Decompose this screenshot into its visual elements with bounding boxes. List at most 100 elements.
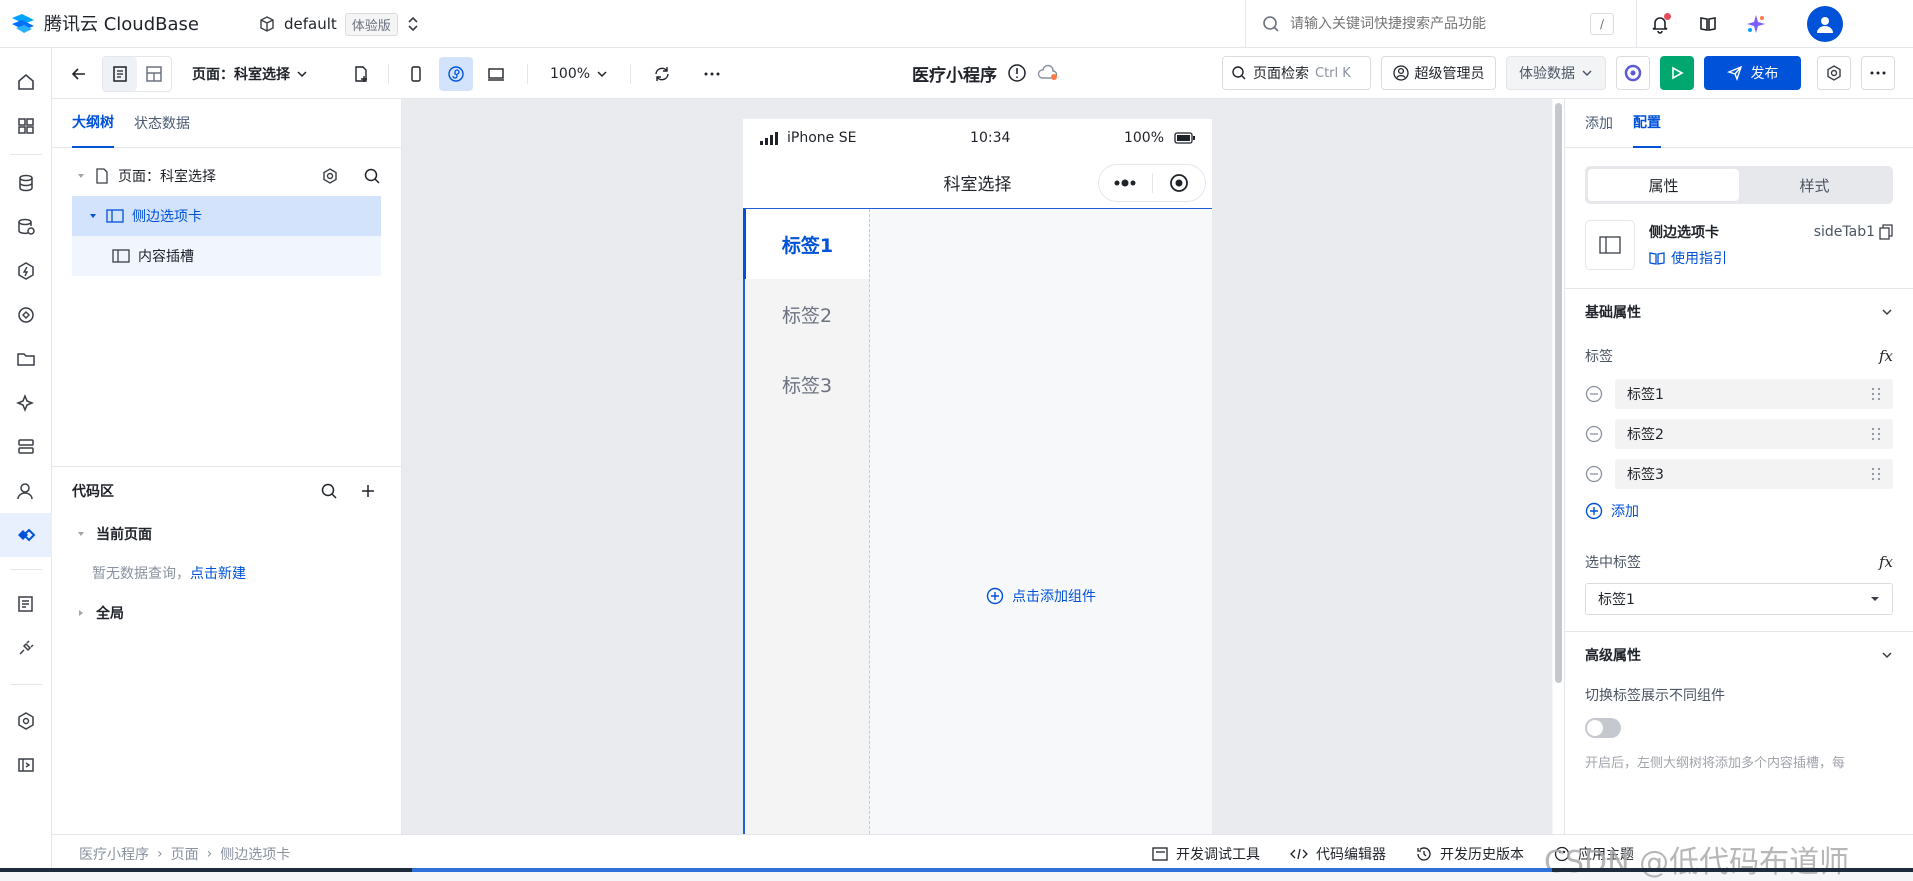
- global-group[interactable]: 全局: [72, 593, 382, 633]
- data-mode-select[interactable]: 体验数据: [1506, 56, 1606, 90]
- zoom-selector[interactable]: 100%: [542, 66, 616, 82]
- divider: [527, 64, 528, 84]
- selected-tag-select[interactable]: 标签1: [1585, 583, 1893, 615]
- rail-apps[interactable]: [0, 104, 52, 148]
- rail-identity[interactable]: [0, 469, 52, 513]
- capsule-more-button[interactable]: [1099, 165, 1152, 201]
- toolbar-more-button[interactable]: [1861, 56, 1895, 90]
- tag-item[interactable]: 标签1: [1615, 379, 1893, 409]
- tag-item[interactable]: 标签2: [1615, 419, 1893, 449]
- debug-tools-button[interactable]: 开发调试工具: [1152, 844, 1260, 864]
- sidetab-item-active[interactable]: 标签1: [743, 209, 869, 279]
- selected-tag-expression-button[interactable]: fx: [1879, 553, 1893, 571]
- capsule-close-button[interactable]: [1152, 165, 1205, 201]
- gear-icon[interactable]: [321, 167, 339, 185]
- divider: [388, 64, 389, 84]
- page-selector[interactable]: 页面：科室选择: [192, 64, 308, 84]
- more-button[interactable]: [695, 57, 729, 91]
- usage-guide-link[interactable]: 使用指引: [1649, 248, 1893, 268]
- breadcrumb-item[interactable]: 医疗小程序: [79, 844, 149, 864]
- breadcrumb-item[interactable]: 页面: [171, 844, 199, 864]
- tab-config[interactable]: 配置: [1633, 99, 1661, 148]
- docs-button[interactable]: [1691, 7, 1725, 41]
- global-label: 全局: [96, 606, 124, 622]
- global-search-input[interactable]: [1290, 16, 1590, 32]
- segment-style[interactable]: 样式: [1739, 169, 1890, 201]
- back-button[interactable]: [62, 57, 96, 91]
- publish-button[interactable]: 发布: [1704, 56, 1801, 90]
- search-icon[interactable]: [363, 167, 381, 185]
- rail-cloud-run[interactable]: [0, 293, 52, 337]
- drag-handle-icon[interactable]: [1871, 426, 1881, 442]
- info-icon[interactable]: [1007, 63, 1027, 83]
- search-icon[interactable]: [320, 482, 338, 500]
- tags-expression-button[interactable]: fx: [1879, 347, 1893, 365]
- rail-collapse[interactable]: [0, 743, 52, 787]
- sidetab-nav: 标签1 标签2 标签3: [743, 209, 870, 834]
- global-search[interactable]: /: [1245, 0, 1635, 48]
- canvas-scrollbar-thumb[interactable]: [1555, 103, 1562, 683]
- segment-props[interactable]: 属性: [1588, 169, 1739, 201]
- tab-add[interactable]: 添加: [1585, 99, 1613, 148]
- rail-settings[interactable]: [0, 699, 52, 743]
- drag-handle-icon[interactable]: [1871, 466, 1881, 482]
- rail-database[interactable]: [0, 161, 52, 205]
- add-component-button[interactable]: 点击添加组件: [986, 586, 1096, 606]
- notification-button[interactable]: [1643, 7, 1677, 41]
- tag-item[interactable]: 标签3: [1615, 459, 1893, 489]
- preview-button[interactable]: [1660, 56, 1694, 90]
- create-query-link[interactable]: 点击新建: [190, 563, 246, 583]
- component-id: sideTab1: [1813, 224, 1875, 240]
- current-page-group[interactable]: 当前页面: [72, 515, 382, 553]
- code-editor-button[interactable]: 代码编辑器: [1290, 844, 1386, 864]
- basic-props-header[interactable]: 基础属性: [1585, 289, 1893, 335]
- drag-handle-icon[interactable]: [1871, 386, 1881, 402]
- device-pc-button[interactable]: [479, 57, 513, 91]
- settings-button[interactable]: [1817, 56, 1851, 90]
- user-avatar[interactable]: [1807, 6, 1843, 42]
- rail-functions[interactable]: [0, 249, 52, 293]
- copy-icon[interactable]: [1879, 224, 1893, 240]
- switch-tab-toggle[interactable]: [1585, 718, 1621, 738]
- add-page-button[interactable]: [344, 57, 378, 91]
- rail-hosting[interactable]: [0, 425, 52, 469]
- ai-button[interactable]: [1616, 56, 1650, 90]
- tab-outline[interactable]: 大纲树: [72, 99, 114, 148]
- advanced-props-header[interactable]: 高级属性: [1585, 632, 1893, 678]
- breadcrumb-item[interactable]: 侧边选项卡: [220, 844, 290, 864]
- theme-button[interactable]: 应用主题: [1554, 844, 1634, 864]
- tab-state-data[interactable]: 状态数据: [134, 99, 190, 148]
- plus-circle-icon: [986, 587, 1004, 605]
- sidetab-item[interactable]: 标签3: [745, 349, 869, 419]
- history-button[interactable]: 开发历史版本: [1416, 844, 1524, 864]
- rail-data-model[interactable]: [0, 205, 52, 249]
- minus-circle-icon[interactable]: [1585, 465, 1603, 483]
- phone-carrier: iPhone SE: [787, 130, 857, 146]
- rail-storage[interactable]: [0, 337, 52, 381]
- rail-extensions[interactable]: [0, 626, 52, 670]
- cloud-sync-icon[interactable]: [1037, 64, 1059, 82]
- sidetab-item[interactable]: 标签2: [745, 279, 869, 349]
- tree-node-slot[interactable]: 内容插槽: [72, 236, 381, 276]
- tree-page-node[interactable]: 页面：科室选择: [72, 156, 381, 196]
- device-mobile-button[interactable]: [399, 57, 433, 91]
- page-search-button[interactable]: 页面检索 Ctrl K: [1222, 56, 1371, 90]
- outline-view-button[interactable]: [103, 57, 137, 91]
- tree-node-sidetab[interactable]: 侧边选项卡: [72, 196, 381, 236]
- brand[interactable]: 腾讯云 CloudBase: [10, 10, 199, 36]
- plus-icon[interactable]: [360, 483, 376, 499]
- admin-role-button[interactable]: 超级管理员: [1381, 56, 1496, 90]
- env-switcher[interactable]: default 体验版: [258, 0, 420, 48]
- device-miniprogram-button[interactable]: [439, 57, 473, 91]
- rail-lowcode[interactable]: [0, 513, 52, 557]
- rail-ai[interactable]: [0, 381, 52, 425]
- rail-logs[interactable]: [0, 582, 52, 626]
- rail-home[interactable]: [0, 60, 52, 104]
- minus-circle-icon[interactable]: [1585, 425, 1603, 443]
- minus-circle-icon[interactable]: [1585, 385, 1603, 403]
- refresh-button[interactable]: [645, 57, 679, 91]
- chevron-down-icon: [597, 71, 607, 78]
- ai-assistant-button[interactable]: [1739, 7, 1773, 41]
- add-tag-button[interactable]: 添加: [1585, 501, 1893, 521]
- layout-view-button[interactable]: [137, 57, 171, 91]
